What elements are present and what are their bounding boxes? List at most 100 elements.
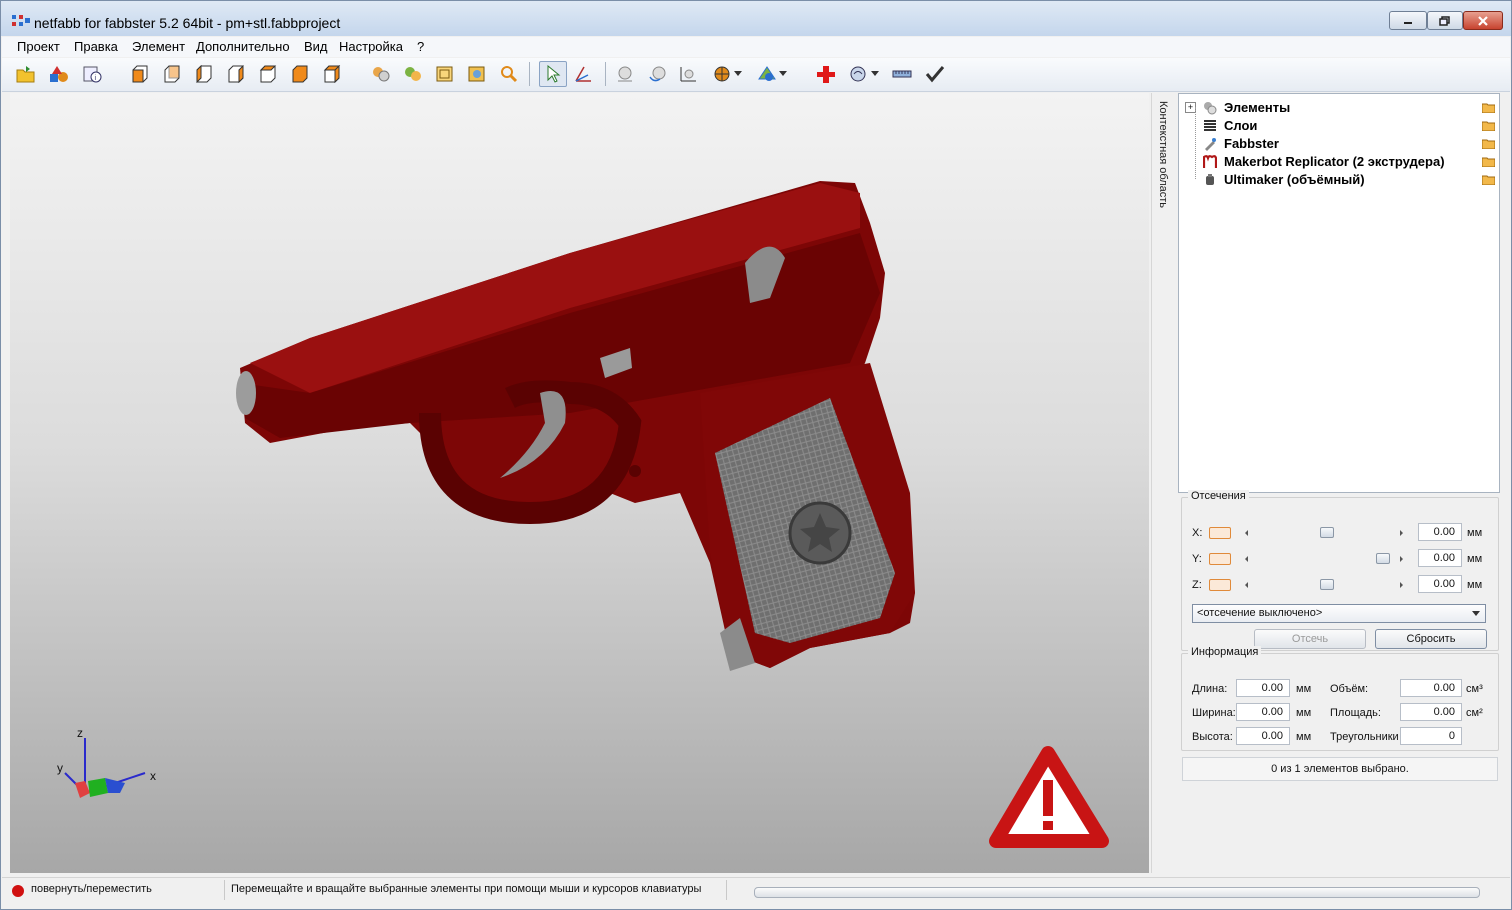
color-mode-icon[interactable]	[756, 63, 778, 85]
render-mode-icon[interactable]	[370, 63, 392, 85]
volume-label: Объём:	[1330, 683, 1369, 695]
menu-extra[interactable]: Дополнительно	[196, 39, 290, 54]
status-mode: повернуть/переместить	[31, 883, 152, 895]
shading-icon[interactable]	[402, 63, 424, 85]
tree-item-label: Элементы	[1224, 100, 1291, 115]
area-value: 0.00	[1400, 703, 1462, 721]
repair-cross-icon[interactable]	[815, 63, 837, 85]
toolbar-separator	[605, 62, 606, 86]
clip-z-toggle[interactable]	[1209, 579, 1231, 591]
clip-z-value[interactable]: 0.00	[1418, 575, 1462, 593]
clipping-panel: Отсечения X: 0.00 мм Y: 0.00 мм Z: 0.00 …	[1181, 490, 1499, 651]
axis-z-label: z	[77, 726, 83, 740]
wireframe-icon[interactable]	[434, 63, 456, 85]
menu-settings[interactable]: Настройка	[339, 39, 403, 54]
view-back-icon[interactable]	[161, 63, 183, 85]
view-bottom-icon[interactable]	[289, 63, 311, 85]
info-panel: Информация Длина: 0.00 мм Объём: 0.00 см…	[1181, 646, 1499, 751]
tree-item-label: Fabbster	[1224, 136, 1279, 151]
clip-x-value[interactable]: 0.00	[1418, 523, 1462, 541]
clip-z-unit: мм	[1467, 579, 1483, 591]
folder-action-icon[interactable]	[1482, 138, 1495, 149]
sphere-icon[interactable]	[614, 63, 636, 85]
width-unit: мм	[1296, 707, 1312, 719]
axis-y-label: y	[57, 761, 63, 775]
measure-icon[interactable]	[848, 63, 870, 85]
close-button[interactable]	[1463, 11, 1503, 30]
parts-spheres-icon	[1204, 102, 1217, 115]
fabbster-printer-icon	[1205, 138, 1216, 151]
tree-item-layers[interactable]: Слои	[1179, 117, 1499, 135]
maximize-button[interactable]	[1427, 11, 1463, 30]
view-left-icon[interactable]	[193, 63, 215, 85]
clip-x-thumb[interactable]	[1320, 527, 1334, 538]
part-info-icon[interactable]: i	[81, 63, 103, 85]
section-icon[interactable]	[712, 63, 734, 85]
clip-y-value[interactable]: 0.00	[1418, 549, 1462, 567]
tree-item-ultimaker[interactable]: Ultimaker (объёмный)	[1179, 171, 1499, 189]
checkmark-icon[interactable]	[924, 63, 946, 85]
tree-item-makerbot[interactable]: Makerbot Replicator (2 экструдера)	[1179, 153, 1499, 171]
clipping-mode-select[interactable]: <отсечение выключено>	[1192, 604, 1486, 623]
folder-action-icon[interactable]	[1482, 102, 1495, 113]
axes-gizmo	[64, 738, 146, 798]
model-render	[64, 181, 1109, 848]
menu-help[interactable]: ?	[417, 39, 424, 54]
clip-z-thumb[interactable]	[1320, 579, 1334, 590]
view-front-icon[interactable]	[129, 63, 151, 85]
folder-action-icon[interactable]	[1482, 156, 1495, 167]
length-value: 0.00	[1236, 679, 1290, 697]
view-right-icon[interactable]	[225, 63, 247, 85]
menu-view[interactable]: Вид	[304, 39, 328, 54]
3d-viewport[interactable]: z y x	[10, 93, 1149, 873]
open-project-icon[interactable]	[15, 63, 37, 85]
rotate-icon[interactable]	[647, 63, 669, 85]
volume-unit: см³	[1466, 683, 1483, 695]
length-unit: мм	[1296, 683, 1312, 695]
clip-x-slider[interactable]	[1242, 526, 1406, 540]
box-view-icon[interactable]	[466, 63, 488, 85]
color-mode-dropdown-arrow[interactable]	[778, 63, 788, 85]
clip-y-label: Y:	[1192, 553, 1202, 565]
context-area-label: Контекстная область	[1157, 101, 1169, 209]
app-logo-icon	[12, 15, 30, 26]
select-arrow-icon[interactable]	[539, 61, 567, 87]
app-window: netfabb for fabbster 5.2 64bit - pm+stl.…	[0, 0, 1512, 910]
clip-y-slider[interactable]	[1242, 552, 1406, 566]
menu-project[interactable]: Проект	[17, 39, 60, 54]
clip-y-toggle[interactable]	[1209, 553, 1231, 565]
measure-dropdown-arrow[interactable]	[870, 63, 880, 85]
clip-y-thumb[interactable]	[1376, 553, 1390, 564]
folder-action-icon[interactable]	[1482, 120, 1495, 131]
reset-button[interactable]: Сбросить	[1375, 629, 1487, 649]
section-dropdown-arrow[interactable]	[733, 63, 743, 85]
move-axis-icon[interactable]	[572, 63, 594, 85]
warning-icon[interactable]	[989, 746, 1109, 848]
length-label: Длина:	[1192, 683, 1228, 695]
width-label: Ширина:	[1192, 707, 1236, 719]
height-label: Высота:	[1192, 731, 1233, 743]
clip-x-unit: мм	[1467, 527, 1483, 539]
folder-action-icon[interactable]	[1482, 174, 1495, 185]
menu-edit[interactable]: Правка	[74, 39, 118, 54]
minimize-button[interactable]	[1389, 11, 1427, 30]
triangles-label: Треугольники	[1330, 731, 1399, 743]
ruler-icon[interactable]	[891, 63, 913, 85]
add-part-icon[interactable]	[48, 63, 70, 85]
height-value: 0.00	[1236, 727, 1290, 745]
info-title: Информация	[1188, 646, 1262, 658]
view-top-icon[interactable]	[257, 63, 279, 85]
clip-z-slider[interactable]	[1242, 578, 1406, 592]
view-perspective-icon[interactable]	[321, 63, 343, 85]
tree-item-parts[interactable]: Элементы	[1179, 99, 1499, 117]
scale-icon[interactable]	[677, 63, 699, 85]
status-separator	[726, 880, 727, 900]
clip-x-toggle[interactable]	[1209, 527, 1231, 539]
menu-element[interactable]: Элемент	[132, 39, 185, 54]
context-area-tab[interactable]: Контекстная область	[1151, 93, 1178, 873]
cut-button[interactable]: Отсечь	[1254, 629, 1366, 649]
pistol-model	[236, 181, 915, 671]
tree-item-fabbster[interactable]: Fabbster	[1179, 135, 1499, 153]
zoom-icon[interactable]	[498, 63, 520, 85]
clip-x-label: X:	[1192, 527, 1203, 539]
